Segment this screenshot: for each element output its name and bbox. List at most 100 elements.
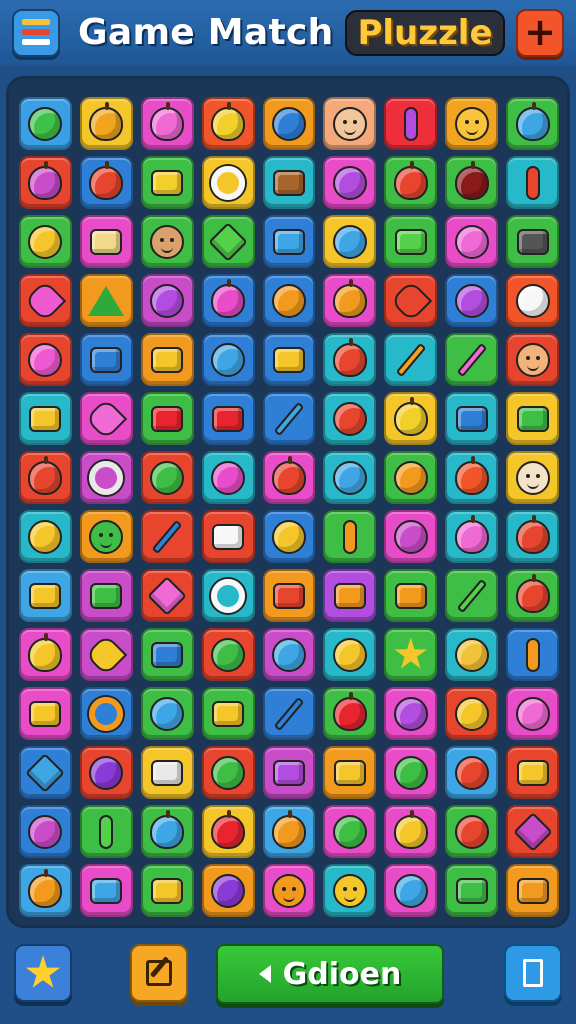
go-button[interactable]: Gdioen bbox=[216, 944, 444, 1004]
game-tile[interactable] bbox=[445, 864, 499, 917]
game-tile[interactable] bbox=[79, 569, 133, 622]
game-tile[interactable] bbox=[506, 156, 559, 209]
game-tile[interactable] bbox=[323, 569, 377, 622]
game-tile[interactable] bbox=[323, 274, 377, 327]
edit-button[interactable] bbox=[130, 944, 188, 1002]
game-tile[interactable] bbox=[323, 156, 377, 209]
game-tile[interactable] bbox=[140, 392, 194, 445]
game-tile[interactable] bbox=[506, 451, 559, 504]
game-tile[interactable] bbox=[384, 333, 438, 386]
game-tile[interactable] bbox=[384, 746, 438, 799]
game-tile[interactable] bbox=[445, 687, 499, 740]
game-tile[interactable] bbox=[201, 746, 255, 799]
game-tile[interactable] bbox=[323, 864, 377, 917]
game-tile[interactable] bbox=[79, 864, 133, 917]
game-tile[interactable] bbox=[445, 392, 499, 445]
game-tile[interactable] bbox=[506, 274, 559, 327]
game-tile[interactable] bbox=[262, 569, 316, 622]
game-tile[interactable] bbox=[262, 215, 316, 268]
game-tile[interactable] bbox=[140, 451, 194, 504]
game-tile[interactable] bbox=[384, 392, 438, 445]
game-tile[interactable] bbox=[323, 805, 377, 858]
game-tile[interactable] bbox=[445, 569, 499, 622]
game-tile[interactable] bbox=[384, 451, 438, 504]
game-tile[interactable] bbox=[445, 805, 499, 858]
game-tile[interactable] bbox=[79, 687, 133, 740]
game-tile[interactable] bbox=[506, 746, 559, 799]
game-tile[interactable] bbox=[445, 333, 499, 386]
game-tile[interactable] bbox=[19, 274, 72, 327]
game-tile[interactable] bbox=[201, 687, 255, 740]
frame-button[interactable] bbox=[504, 944, 562, 1002]
game-tile[interactable] bbox=[323, 215, 377, 268]
game-tile[interactable] bbox=[201, 333, 255, 386]
game-tile[interactable] bbox=[445, 215, 499, 268]
add-button[interactable]: + bbox=[516, 9, 564, 57]
game-tile[interactable] bbox=[506, 687, 559, 740]
game-tile[interactable] bbox=[323, 746, 377, 799]
game-tile[interactable] bbox=[262, 451, 316, 504]
game-tile[interactable] bbox=[201, 274, 255, 327]
game-tile[interactable] bbox=[262, 864, 316, 917]
game-tile[interactable] bbox=[19, 805, 72, 858]
game-tile[interactable] bbox=[506, 864, 559, 917]
game-tile[interactable] bbox=[384, 569, 438, 622]
game-tile[interactable] bbox=[201, 569, 255, 622]
game-tile[interactable] bbox=[79, 805, 133, 858]
game-tile[interactable] bbox=[384, 274, 438, 327]
game-tile[interactable] bbox=[19, 156, 72, 209]
game-tile[interactable] bbox=[506, 569, 559, 622]
game-tile[interactable] bbox=[19, 510, 72, 563]
game-tile[interactable] bbox=[445, 451, 499, 504]
menu-button[interactable] bbox=[12, 9, 60, 57]
game-tile[interactable] bbox=[140, 333, 194, 386]
game-tile[interactable] bbox=[262, 274, 316, 327]
game-tile[interactable] bbox=[506, 628, 559, 681]
game-tile[interactable] bbox=[79, 274, 133, 327]
star-button[interactable] bbox=[14, 944, 72, 1002]
game-tile[interactable] bbox=[323, 628, 377, 681]
game-tile[interactable] bbox=[506, 215, 559, 268]
game-tile[interactable] bbox=[201, 510, 255, 563]
game-tile[interactable] bbox=[140, 510, 194, 563]
game-tile[interactable] bbox=[384, 215, 438, 268]
game-tile[interactable] bbox=[79, 510, 133, 563]
game-tile[interactable] bbox=[201, 392, 255, 445]
game-tile[interactable] bbox=[506, 392, 559, 445]
game-tile[interactable] bbox=[140, 97, 194, 150]
game-tile[interactable] bbox=[140, 274, 194, 327]
game-tile[interactable] bbox=[140, 746, 194, 799]
game-tile[interactable] bbox=[201, 215, 255, 268]
game-tile[interactable] bbox=[19, 628, 72, 681]
game-tile[interactable] bbox=[323, 392, 377, 445]
game-tile[interactable] bbox=[323, 451, 377, 504]
game-tile[interactable] bbox=[323, 97, 377, 150]
game-tile[interactable] bbox=[79, 746, 133, 799]
game-tile[interactable] bbox=[445, 274, 499, 327]
game-tile[interactable] bbox=[262, 510, 316, 563]
game-tile[interactable] bbox=[19, 392, 72, 445]
game-tile[interactable] bbox=[140, 628, 194, 681]
game-tile[interactable] bbox=[140, 156, 194, 209]
game-tile[interactable] bbox=[262, 628, 316, 681]
game-tile[interactable] bbox=[140, 215, 194, 268]
game-tile[interactable] bbox=[445, 510, 499, 563]
game-tile[interactable] bbox=[140, 864, 194, 917]
game-tile[interactable] bbox=[201, 628, 255, 681]
game-tile[interactable] bbox=[79, 392, 133, 445]
game-tile[interactable] bbox=[384, 805, 438, 858]
game-tile[interactable] bbox=[262, 156, 316, 209]
game-tile[interactable] bbox=[79, 156, 133, 209]
game-tile[interactable] bbox=[19, 215, 72, 268]
game-tile[interactable] bbox=[262, 687, 316, 740]
game-tile[interactable] bbox=[19, 746, 72, 799]
game-tile[interactable] bbox=[384, 156, 438, 209]
game-tile[interactable] bbox=[384, 510, 438, 563]
game-tile[interactable] bbox=[506, 333, 559, 386]
game-tile[interactable] bbox=[79, 451, 133, 504]
game-tile[interactable] bbox=[384, 97, 438, 150]
game-tile[interactable] bbox=[323, 510, 377, 563]
game-tile[interactable] bbox=[445, 746, 499, 799]
game-tile[interactable] bbox=[140, 569, 194, 622]
game-tile[interactable] bbox=[79, 333, 133, 386]
